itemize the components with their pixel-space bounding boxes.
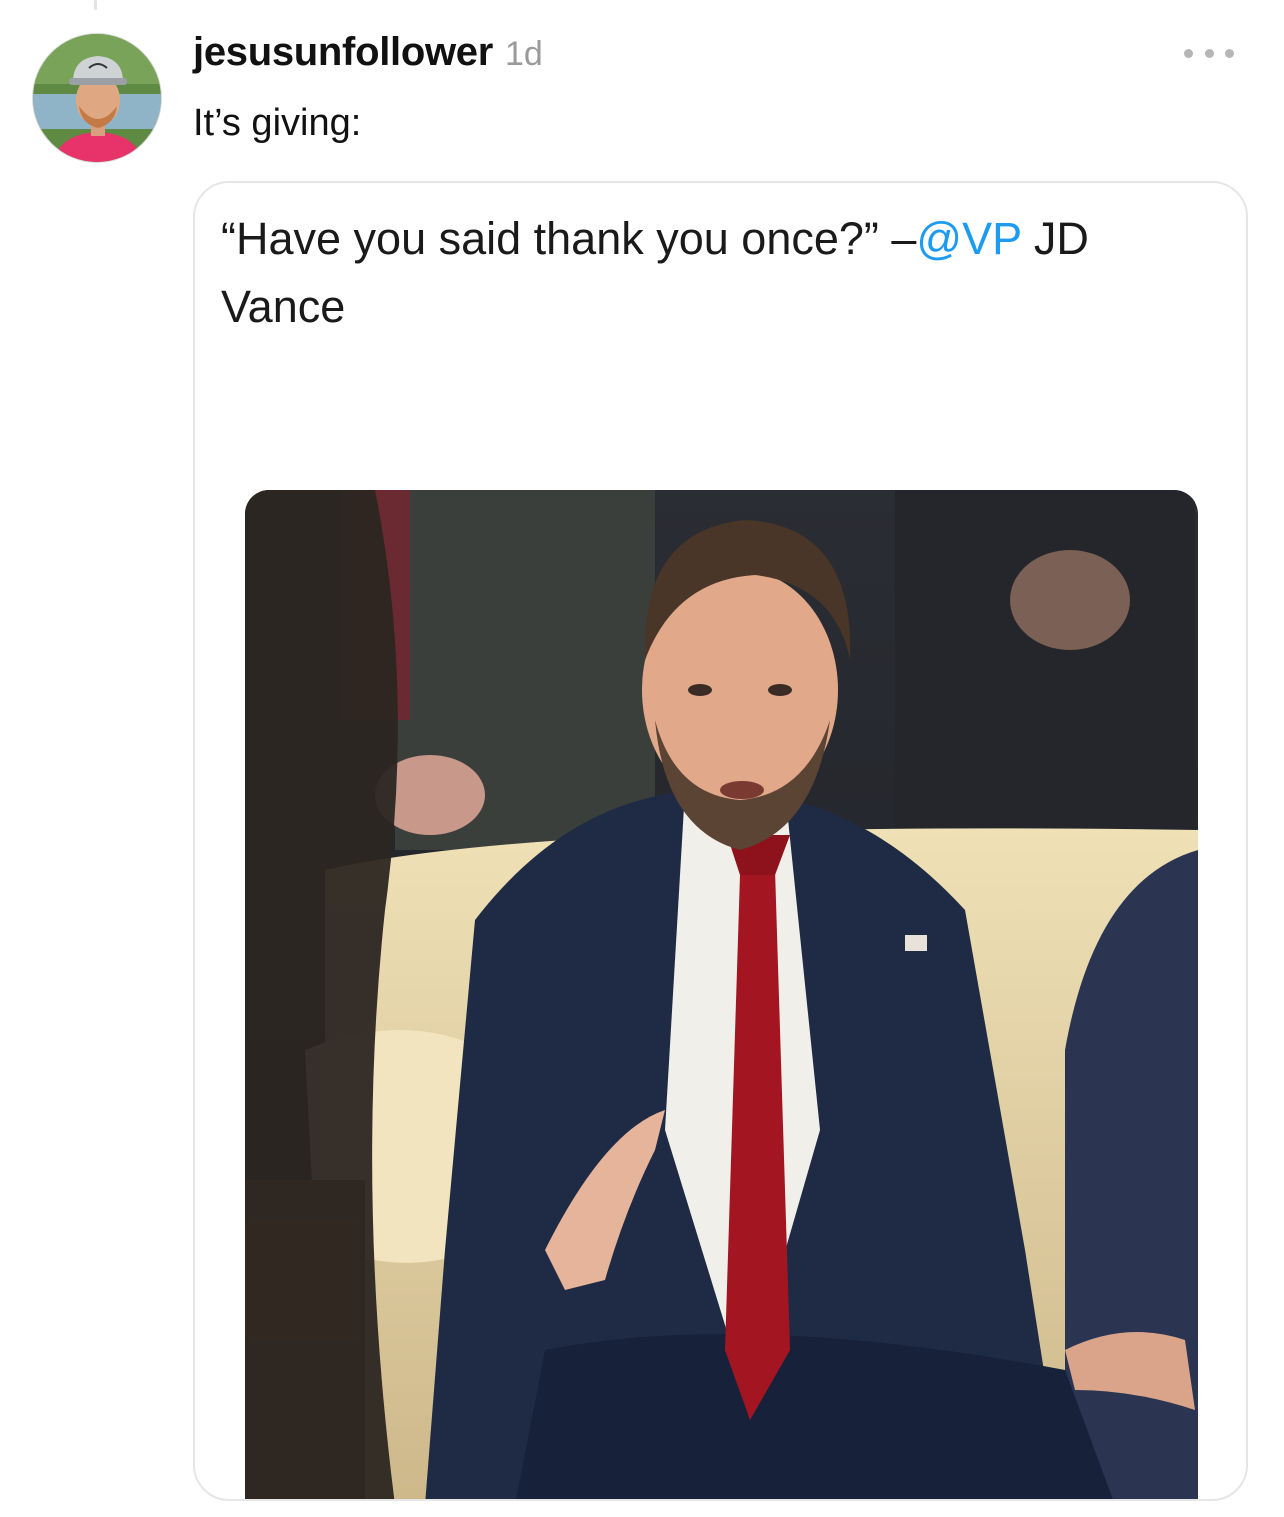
username[interactable]: jesusunfollower <box>193 30 493 75</box>
user-avatar[interactable] <box>32 33 162 163</box>
quote-text: “Have you said thank you once?” –@VP JD … <box>221 205 1221 341</box>
quote-prefix: “Have you said thank you once?” – <box>221 213 917 264</box>
dot <box>1184 48 1193 58</box>
mention-link: @VP <box>916 213 1022 264</box>
photo-illustration <box>245 490 1198 1499</box>
ellipsis-icon[interactable] <box>1184 38 1234 68</box>
dot <box>1225 48 1234 58</box>
threads-post: jesusunfollower 1d It’s giving: “Have yo… <box>0 0 1284 1517</box>
thread-connector <box>94 0 97 10</box>
avatar-photo <box>33 34 161 162</box>
dot <box>1204 48 1214 58</box>
post-text: It’s giving: <box>193 102 362 144</box>
media-attachment[interactable]: “Have you said thank you once?” –@VP JD … <box>193 181 1248 1501</box>
embedded-photo <box>245 490 1198 1499</box>
timestamp: 1d <box>505 35 543 73</box>
post-header: jesusunfollower 1d <box>193 30 543 80</box>
